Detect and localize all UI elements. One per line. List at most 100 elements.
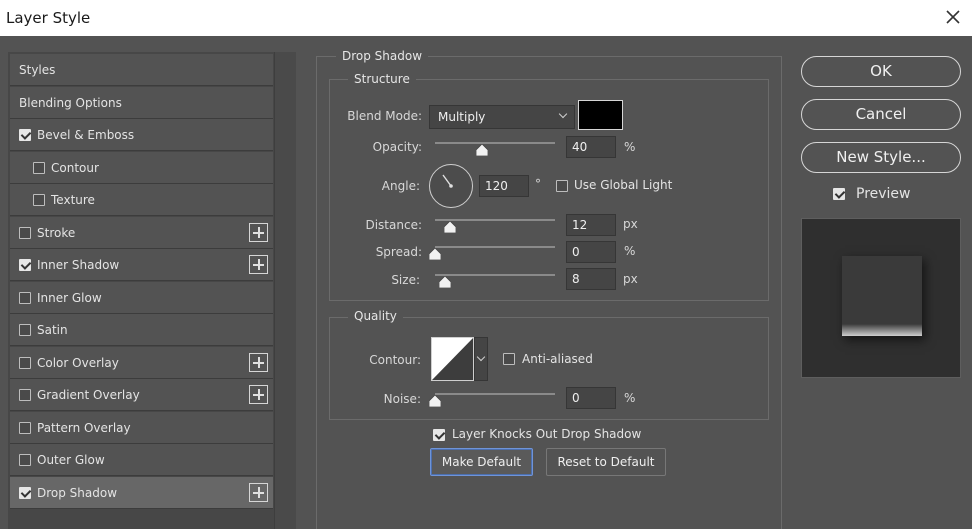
dialog-body: Styles Blending Options Bevel & Emboss C…: [0, 36, 977, 529]
style-item-gradient-overlay[interactable]: Gradient Overlay: [10, 379, 273, 411]
style-item-outer-glow[interactable]: Outer Glow: [10, 444, 273, 476]
contour-curve-shape: [432, 338, 473, 380]
style-item-inner-shadow[interactable]: Inner Shadow: [10, 249, 273, 281]
style-item-drop-shadow[interactable]: Drop Shadow: [10, 477, 273, 509]
noise-slider[interactable]: [435, 393, 555, 395]
new-style-button[interactable]: New Style...: [801, 142, 961, 173]
spread-label: Spread:: [375, 245, 422, 259]
opacity-field[interactable]: 40: [566, 136, 616, 158]
contour-curve-icon[interactable]: [431, 337, 474, 381]
plus-icon[interactable]: [249, 483, 268, 502]
style-list: Styles Blending Options Bevel & Emboss C…: [8, 52, 296, 529]
style-item-label: Drop Shadow: [37, 486, 118, 500]
style-list-scrollbar[interactable]: [274, 52, 296, 529]
style-item-label: Bevel & Emboss: [37, 128, 135, 142]
style-item-label: Gradient Overlay: [37, 388, 140, 402]
style-item-inner-glow[interactable]: Inner Glow: [10, 282, 273, 314]
blend-mode-value: Multiply: [438, 110, 486, 124]
noise-label: Noise:: [383, 392, 421, 406]
style-item-stroke[interactable]: Stroke: [10, 217, 273, 249]
style-item-label: Color Overlay: [37, 356, 119, 370]
contour-label: Contour:: [369, 353, 421, 367]
spread-unit: %: [624, 244, 636, 258]
angle-field[interactable]: 120: [479, 175, 529, 197]
noise-field[interactable]: 0: [566, 387, 616, 409]
ok-button[interactable]: OK: [801, 56, 961, 87]
anti-aliased-checkbox[interactable]: [503, 353, 515, 365]
style-item-pattern-overlay[interactable]: Pattern Overlay: [10, 412, 273, 444]
angle-dial-icon[interactable]: [429, 164, 473, 208]
checkbox-icon[interactable]: [19, 357, 31, 369]
blend-mode-label: Blend Mode:: [347, 109, 422, 123]
chevron-down-icon: [558, 109, 568, 119]
checkbox-icon[interactable]: [19, 129, 31, 141]
style-item-label: Inner Glow: [37, 291, 102, 305]
style-item-bevel-emboss[interactable]: Bevel & Emboss: [10, 119, 273, 151]
distance-unit: px: [623, 217, 638, 231]
checkbox-icon[interactable]: [19, 422, 31, 434]
style-item-label: Texture: [51, 193, 95, 207]
checkbox-icon[interactable]: [19, 227, 31, 239]
preview-highlight: [842, 324, 922, 336]
opacity-label: Opacity:: [372, 140, 422, 154]
plus-icon[interactable]: [249, 385, 268, 404]
shadow-color-swatch[interactable]: [578, 100, 623, 130]
use-global-light-label: Use Global Light: [574, 178, 673, 192]
style-item-label: Contour: [51, 161, 99, 175]
checkbox-icon[interactable]: [19, 487, 31, 499]
blend-mode-select[interactable]: Multiply: [429, 105, 575, 129]
style-preview: [801, 218, 961, 378]
checkbox-icon[interactable]: [33, 162, 45, 174]
plus-icon[interactable]: [249, 353, 268, 372]
opacity-slider-thumb[interactable]: [476, 144, 488, 156]
noise-slider-thumb[interactable]: [429, 395, 441, 407]
window-title: Layer Style: [6, 9, 91, 27]
structure-title: Structure: [348, 72, 416, 86]
checkbox-icon[interactable]: [19, 389, 31, 401]
checkbox-icon[interactable]: [19, 292, 31, 304]
preview-swatch: [842, 256, 922, 336]
use-global-light-checkbox[interactable]: [556, 180, 568, 192]
reset-to-default-button[interactable]: Reset to Default: [546, 448, 666, 476]
close-icon[interactable]: [943, 6, 963, 28]
style-item-label: Pattern Overlay: [37, 421, 131, 435]
contour-dropdown[interactable]: [474, 337, 488, 381]
preview-checkbox[interactable]: [833, 188, 845, 200]
style-item-color-overlay[interactable]: Color Overlay: [10, 347, 273, 379]
checkbox-icon[interactable]: [19, 324, 31, 336]
spread-field[interactable]: 0: [566, 241, 616, 263]
plus-icon[interactable]: [249, 255, 268, 274]
angle-dial-needle: [442, 174, 453, 188]
window-edge: [972, 36, 977, 529]
opacity-slider[interactable]: [435, 142, 555, 144]
spread-slider-thumb[interactable]: [429, 248, 441, 260]
size-field[interactable]: 8: [566, 268, 616, 290]
style-item-contour[interactable]: Contour: [10, 152, 273, 184]
checkbox-icon[interactable]: [19, 259, 31, 271]
checkbox-icon[interactable]: [33, 194, 45, 206]
distance-slider-thumb[interactable]: [444, 221, 456, 233]
style-item-label: Blending Options: [19, 96, 122, 110]
style-item-label: Styles: [19, 63, 56, 77]
size-slider-thumb[interactable]: [439, 276, 451, 288]
style-item-satin[interactable]: Satin: [10, 314, 273, 346]
make-default-button[interactable]: Make Default: [430, 448, 533, 476]
knockout-checkbox[interactable]: [433, 429, 445, 441]
title-bar: Layer Style: [0, 0, 977, 36]
angle-label: Angle:: [381, 179, 420, 193]
distance-field[interactable]: 12: [566, 214, 616, 236]
checkbox-icon[interactable]: [19, 454, 31, 466]
opacity-unit: %: [624, 140, 636, 154]
spread-slider[interactable]: [435, 246, 555, 248]
style-item-blending-options[interactable]: Blending Options: [10, 87, 273, 119]
section-title: Drop Shadow: [336, 49, 429, 63]
style-item-styles[interactable]: Styles: [10, 54, 273, 86]
noise-unit: %: [624, 391, 636, 405]
plus-icon[interactable]: [249, 223, 268, 242]
style-item-texture[interactable]: Texture: [10, 184, 273, 216]
cancel-button[interactable]: Cancel: [801, 99, 961, 130]
size-slider[interactable]: [435, 274, 555, 276]
style-item-label: Satin: [37, 323, 68, 337]
size-unit: px: [623, 272, 638, 286]
angle-unit: °: [535, 177, 541, 191]
